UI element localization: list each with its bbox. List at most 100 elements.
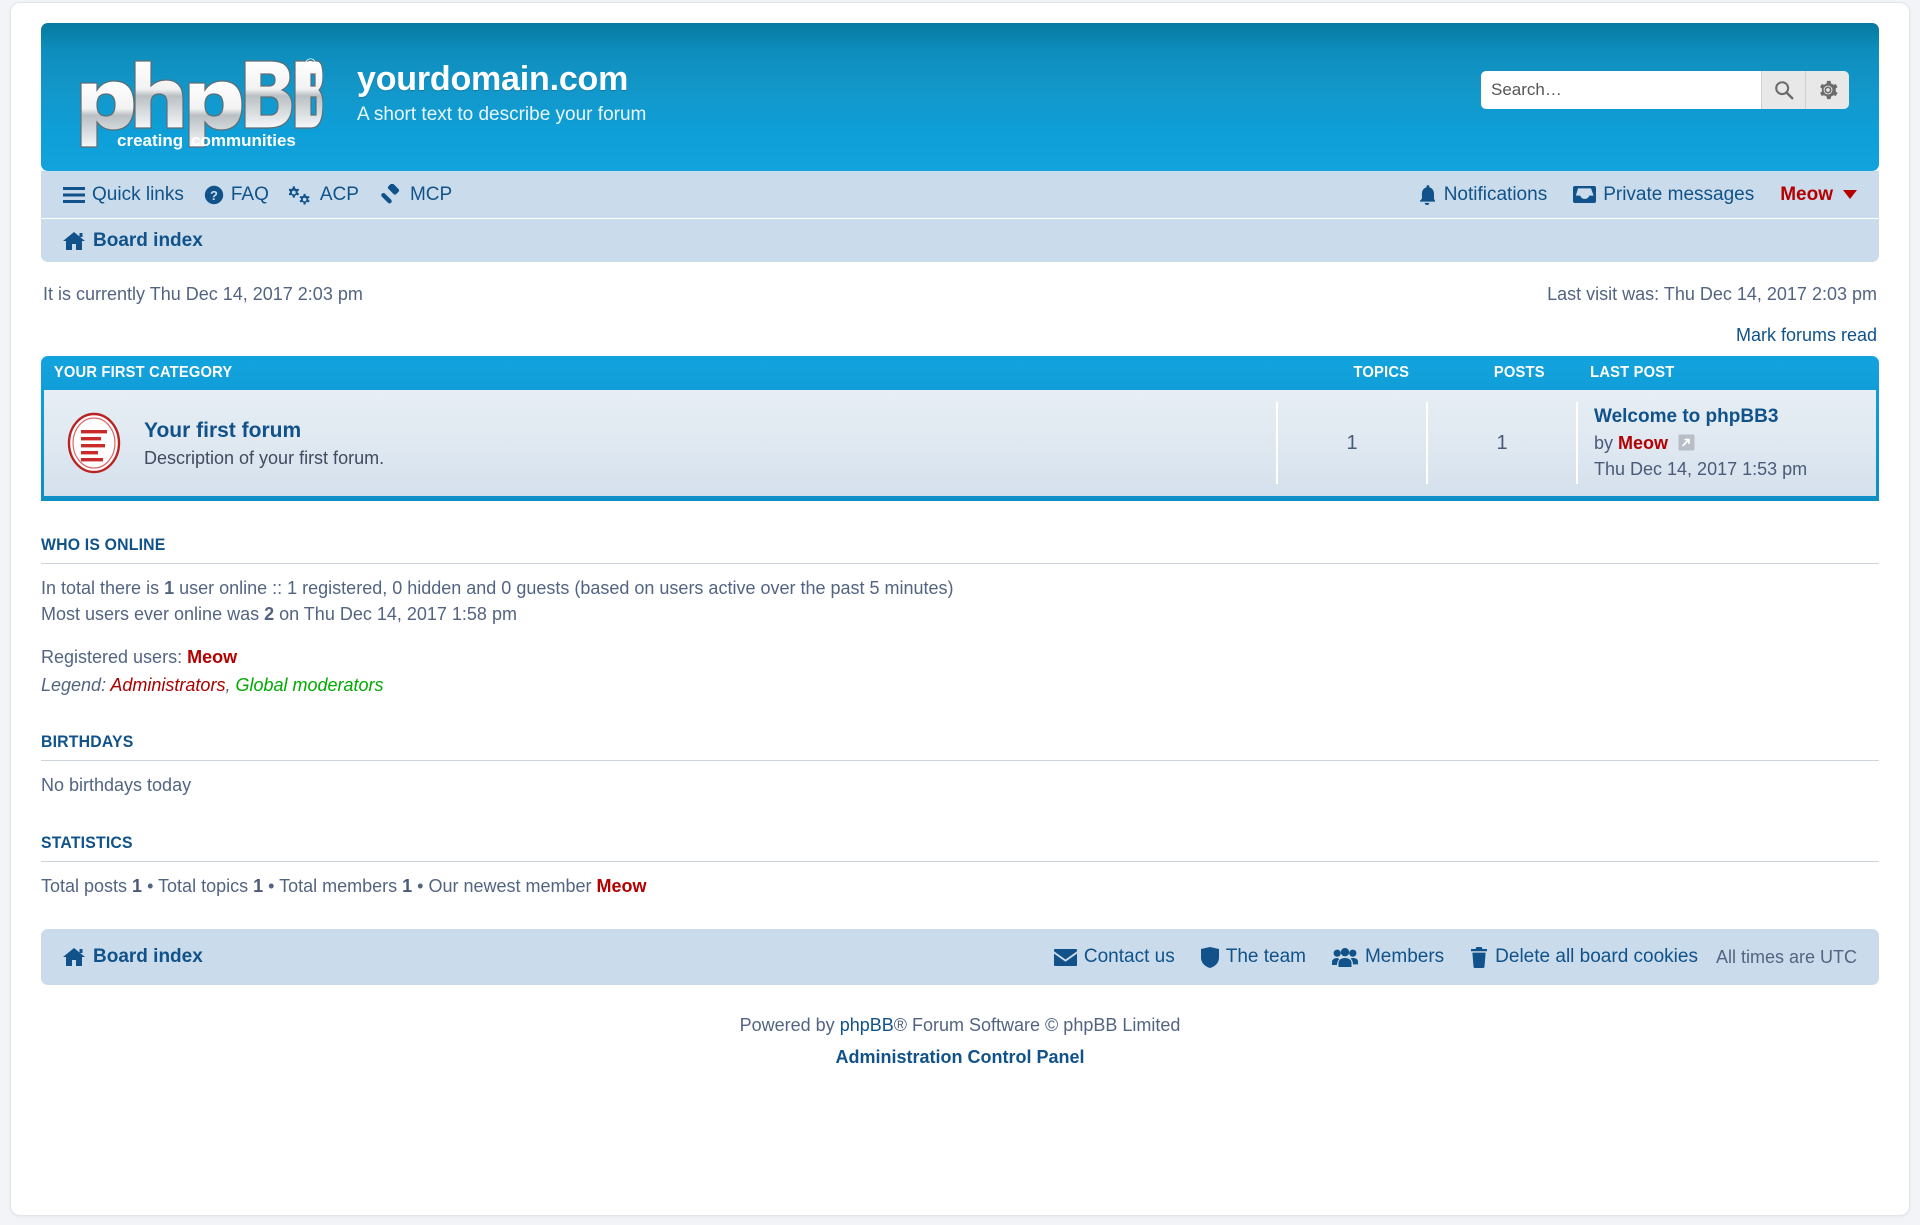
goto-last-post-icon[interactable] [1678,433,1695,451]
footer-the-team-label: The team [1225,946,1306,968]
navbar-left: Quick links ? FAQ ACP MCP [63,183,472,206]
online-total-count: 1 [164,578,175,599]
phpbb-link[interactable]: phpBB [840,1015,894,1035]
bell-icon [1417,184,1437,205]
forum-topics-count: 1 [1276,402,1426,485]
footer-links: Contact us The team Members Delete all b… [1028,946,1857,968]
question-circle-icon: ? [204,185,224,205]
shield-icon [1200,946,1219,968]
phpbb-logo-svg: ® creating communities [80,56,323,150]
gavel-icon [379,183,403,206]
birthdays-section: Birthdays No birthdays today [41,732,1879,799]
search-input[interactable] [1481,71,1761,109]
forum-row-main: Your first forum Description of your fir… [44,390,1276,496]
chevron-down-icon [1843,190,1857,199]
registered-user-link[interactable]: Meow [187,647,237,667]
total-members-label: Total members [279,875,403,896]
forum-row: Your first forum Description of your fir… [44,390,1876,497]
last-post-title-link[interactable]: Welcome to phpBB3 [1594,406,1778,427]
forum-text-block: Your first forum Description of your fir… [144,417,384,469]
hamburger-icon [63,186,85,204]
registered-users-line: Registered users: Meow [41,645,1879,671]
online-record-post: on Thu Dec 14, 2017 1:58 pm [274,603,517,624]
search-box [1481,71,1849,109]
envelope-icon [1053,948,1077,966]
breadcrumb-board-index[interactable]: Board index [63,230,203,252]
navbar-right: Notifications Private messages Meow [1391,184,1857,206]
forum-last-post: Welcome to phpBB3 by Meow Thu Dec 14, 20… [1576,402,1876,485]
acp-link[interactable]: Administration Control Panel [41,1043,1879,1072]
legend-administrators-link[interactable]: Administrators [110,675,225,695]
online-total-line: In total there is 1 user online :: 1 reg… [41,576,1879,602]
footer-contact-us[interactable]: Contact us [1053,946,1175,968]
nav-mcp[interactable]: MCP [379,183,453,206]
column-header-posts: Posts [1493,364,1545,381]
logo-registered-mark: ® [305,56,316,73]
stats-sep-3: • [412,875,429,896]
last-visit-time: Last visit was: Thu Dec 14, 2017 2:03 pm [1547,284,1877,304]
stats-sep-2: • [263,875,280,896]
advanced-search-button[interactable] [1805,71,1849,109]
legend-separator: , [225,674,236,695]
column-header-topics: Topics [1353,364,1410,381]
breadcrumb: Board index [41,218,1879,262]
nav-notifications-label: Notifications [1443,183,1548,205]
nav-user-menu[interactable]: Meow [1780,184,1857,206]
online-record-count: 2 [264,603,275,624]
footer-the-team[interactable]: The team [1200,946,1306,968]
forum-title-link[interactable]: Your first forum [144,417,384,444]
last-post-author-link[interactable]: Meow [1618,433,1668,453]
copyright-block: Powered by phpBB® Forum Software © phpBB… [41,1011,1879,1072]
total-topics-value: 1 [253,875,264,896]
forum-category-header: Your first category Topics Posts Last po… [41,356,1879,390]
current-time: It is currently Thu Dec 14, 2017 2:03 pm [43,284,363,304]
footer-members[interactable]: Members [1331,946,1445,968]
last-post-by-label: by [1594,432,1614,453]
mark-forums-read-link[interactable]: Mark forums read [1736,325,1877,345]
nav-quick-links[interactable]: Quick links [63,184,184,206]
online-record-pre: Most users ever online was [41,603,265,624]
main-navbar: Quick links ? FAQ ACP MCP Notifications … [41,171,1879,218]
category-title[interactable]: Your first category [54,364,1312,382]
legend-global-moderators-link[interactable]: Global moderators [235,675,383,695]
nav-faq[interactable]: ? FAQ [204,184,269,206]
total-posts-label: Total posts [41,875,133,896]
nav-private-messages[interactable]: Private messages [1573,184,1754,206]
newest-member-label: Our newest member [428,875,597,896]
copyright-line: Powered by phpBB® Forum Software © phpBB… [41,1011,1879,1040]
cogs-icon [288,185,313,205]
nav-private-messages-label: Private messages [1603,183,1755,205]
newest-member-link[interactable]: Meow [597,876,647,896]
footer-bar: Board index Contact us The team Members … [41,929,1879,986]
site-title-block: yourdomain.com A short text to describe … [357,60,646,134]
nav-notifications[interactable]: Notifications [1417,183,1548,206]
last-post-author-line: by Meow [1594,431,1876,457]
copyright-pre: Powered by [739,1015,840,1036]
total-posts-value: 1 [132,875,143,896]
who-is-online-title: Who is online [41,535,1879,565]
online-total-pre: In total there is [41,578,165,599]
forum-read-icon [62,412,126,474]
nav-acp[interactable]: ACP [288,183,359,206]
online-total-post: user online :: 1 registered, 0 hidden an… [174,578,954,599]
online-record-line: Most users ever online was 2 on Thu Dec … [41,602,1879,628]
statistics-body: Total posts 1 • Total topics 1 • Total m… [41,862,1879,900]
breadcrumb-label: Board index [93,229,203,251]
search-button[interactable] [1761,71,1805,109]
birthdays-body: No birthdays today [41,775,192,796]
forum-description: Description of your first forum. [144,448,385,469]
total-members-value: 1 [402,875,413,896]
nav-mcp-label: MCP [409,183,453,205]
statistics-section: Statistics Total posts 1 • Total topics … [41,833,1879,900]
site-title: yourdomain.com [357,60,629,99]
footer-members-label: Members [1364,946,1445,968]
footer-board-index-link[interactable]: Board index [63,946,203,968]
home-icon [63,231,85,251]
logo-tagline-right: communities [191,131,296,150]
phpbb-logo[interactable]: ® creating communities [69,41,327,153]
footer-delete-cookies[interactable]: Delete all board cookies [1470,946,1698,968]
footer-contact-us-label: Contact us [1083,946,1175,968]
page-container: ® creating communities yourdomain.com A … [10,2,1910,1216]
legend-label: Legend: [41,674,111,695]
nav-acp-label: ACP [319,183,359,205]
